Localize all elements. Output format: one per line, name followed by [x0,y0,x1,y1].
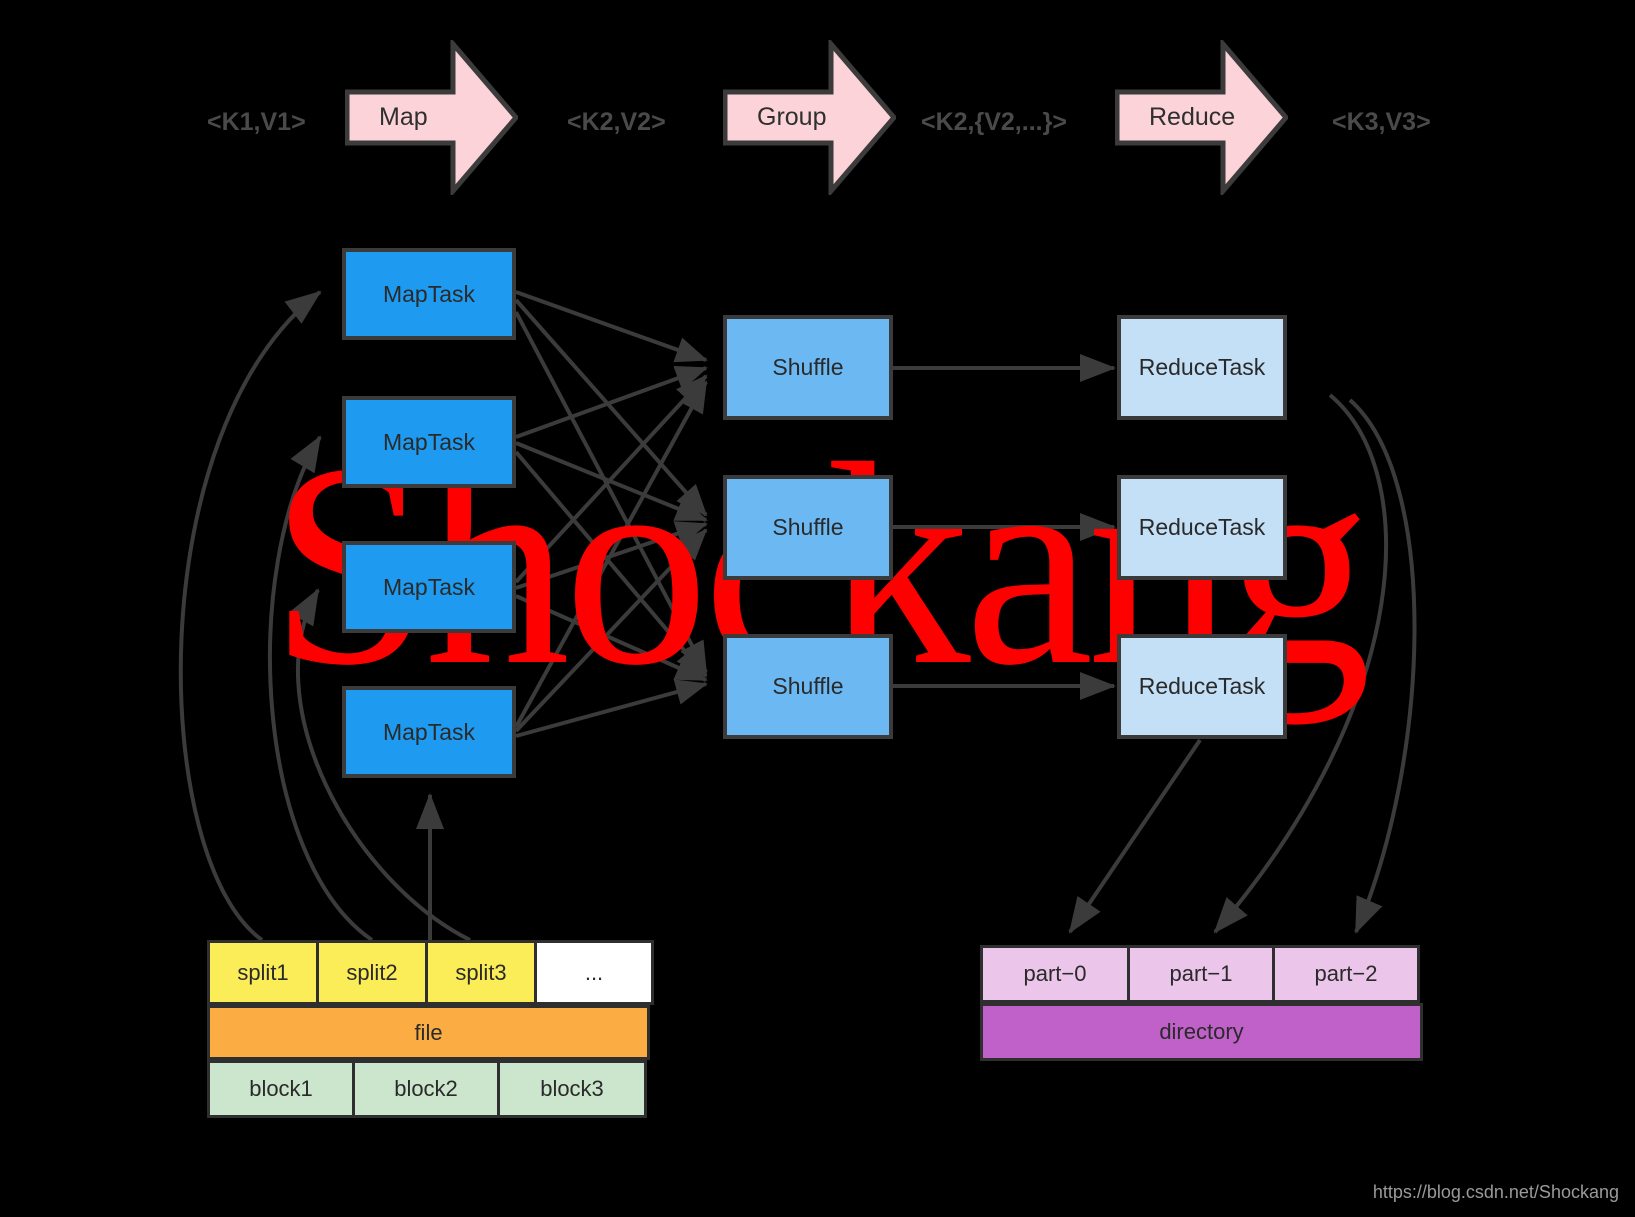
reduce-stage-label: Reduce [1149,103,1236,131]
block-row: block1 block2 block3 [207,1060,647,1118]
part-cell-1[interactable]: part−1 [1127,945,1275,1003]
split-cell-ellipsis: ... [534,940,654,1005]
reduce-stage-arrow: Reduce [1114,37,1290,198]
shuffle-node-2[interactable]: Shuffle [723,475,893,580]
map-task-node-2[interactable]: MapTask [342,396,516,488]
kv2-label: <K2,V2> [567,108,666,136]
split-cell-2[interactable]: split2 [316,940,428,1005]
part-cell-0[interactable]: part−0 [980,945,1130,1003]
shuffle-node-3[interactable]: Shuffle [723,634,893,739]
mapreduce-diagram-canvas: Shockang [0,0,1635,1217]
directory-cell[interactable]: directory [980,1003,1423,1061]
map-stage-arrow: Map [344,37,520,198]
block-cell-1[interactable]: block1 [207,1060,355,1118]
reduce-task-node-2[interactable]: ReduceTask [1117,475,1287,580]
block-cell-2[interactable]: block2 [352,1060,500,1118]
block-cell-3[interactable]: block3 [497,1060,647,1118]
map-stage-label: Map [379,103,428,131]
split-cell-3[interactable]: split3 [425,940,537,1005]
part-cell-2[interactable]: part−2 [1272,945,1420,1003]
kv3-label: <K3,V3> [1332,108,1431,136]
file-cell[interactable]: file [207,1005,650,1060]
kv1-label: <K1,V1> [207,108,306,136]
part-row: part−0 part−1 part−2 [980,945,1420,1003]
map-task-node-4[interactable]: MapTask [342,686,516,778]
file-row: file [207,1005,650,1060]
split-cell-1[interactable]: split1 [207,940,319,1005]
group-stage-arrow: Group [722,37,898,198]
reduce-task-node-1[interactable]: ReduceTask [1117,315,1287,420]
kv2-grouped-label: <K2,{V2,...}> [921,108,1067,136]
split-row: split1 split2 split3 ... [207,940,654,1005]
map-task-node-3[interactable]: MapTask [342,541,516,633]
source-url-watermark: https://blog.csdn.net/Shockang [1372,1182,1619,1202]
directory-row: directory [980,1003,1423,1061]
shuffle-node-1[interactable]: Shuffle [723,315,893,420]
reduce-task-node-3[interactable]: ReduceTask [1117,634,1287,739]
map-task-node-1[interactable]: MapTask [342,248,516,340]
group-stage-label: Group [757,103,827,131]
